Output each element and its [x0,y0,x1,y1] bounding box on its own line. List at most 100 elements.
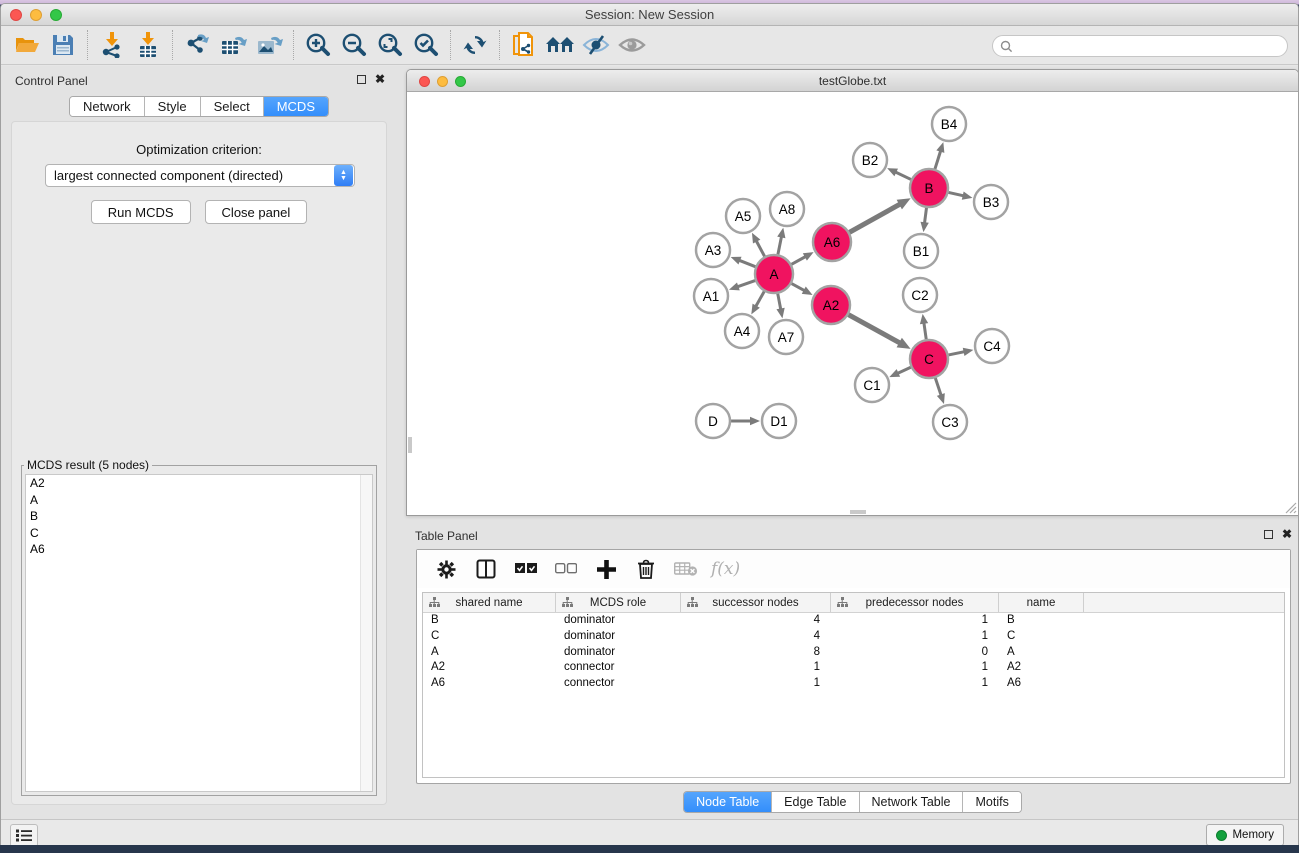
result-item-B[interactable]: B [26,508,372,525]
zoom-fit-button[interactable] [372,29,408,61]
graph-edge-C-C2[interactable] [924,322,926,339]
save-session-button[interactable] [45,29,81,61]
graph-node-A5[interactable]: A5 [726,199,760,233]
column-header-name[interactable]: name [999,593,1084,612]
tab-node-table[interactable]: Node Table [684,792,772,812]
graph-node-B2[interactable]: B2 [853,143,887,177]
resize-grip-icon[interactable] [1283,500,1297,514]
graph-node-A3[interactable]: A3 [696,233,730,267]
graph-edge-B-B1[interactable] [924,208,926,224]
table-row[interactable]: A6connector11A6 [423,676,1284,692]
export-image-button[interactable] [251,29,287,61]
table-settings-button[interactable] [431,554,461,584]
graph-edge-C-C4[interactable] [949,352,965,355]
graph-edge-A-A5[interactable] [756,240,765,256]
table-row[interactable]: Cdominator41C [423,629,1284,645]
graph-node-B3[interactable]: B3 [974,185,1008,219]
search-input[interactable] [1013,37,1287,55]
column-header-successor-nodes[interactable]: successor nodes [681,593,831,612]
canvas-vscroll-mark[interactable] [408,437,412,453]
float-panel-icon[interactable] [357,75,366,84]
canvas-hscroll-mark[interactable] [850,510,866,514]
select-all-columns-button[interactable] [511,554,541,584]
import-network-button[interactable] [94,29,130,61]
mcds-result-list[interactable]: A2ABCA6 [25,474,373,792]
graph-edge-A2-C[interactable] [849,315,901,344]
graph-edge-A-A7[interactable] [778,294,781,310]
table-row[interactable]: Adominator80A [423,645,1284,661]
column-header-shared-name[interactable]: shared name [423,593,556,612]
duplicate-network-button[interactable] [506,29,542,61]
column-manager-button[interactable] [471,554,501,584]
graph-node-A6[interactable]: A6 [813,223,851,261]
graph-node-B1[interactable]: B1 [904,234,938,268]
graph-edge-A-A8[interactable] [778,236,782,254]
tab-mcds[interactable]: MCDS [264,97,328,116]
column-header-predecessor-nodes[interactable]: predecessor nodes [831,593,999,612]
graph-node-C1[interactable]: C1 [855,368,889,402]
export-network-button[interactable] [179,29,215,61]
import-table-button[interactable] [130,29,166,61]
list-scrollbar[interactable] [360,475,372,791]
graph-node-A1[interactable]: A1 [694,279,728,313]
criterion-dropdown[interactable]: largest connected component (directed) ▲… [45,164,355,187]
column-header-MCDS-role[interactable]: MCDS role [556,593,681,612]
graph-node-A2[interactable]: A2 [812,286,850,324]
close-table-panel-icon[interactable]: ✖ [1282,529,1292,539]
tab-network-table[interactable]: Network Table [860,792,964,812]
run-mcds-button[interactable]: Run MCDS [91,200,191,224]
graph-node-A8[interactable]: A8 [770,192,804,226]
graph-node-A4[interactable]: A4 [725,314,759,348]
graph-node-B[interactable]: B [910,169,948,207]
graph-node-B4[interactable]: B4 [932,107,966,141]
hide-selected-button[interactable] [578,29,614,61]
graph-edge-C-C1[interactable] [897,367,911,373]
close-panel-button[interactable]: Close panel [205,200,308,224]
graph-edge-C-C3[interactable] [935,378,941,396]
table-row[interactable]: A2connector11A2 [423,660,1284,676]
result-item-C[interactable]: C [26,525,372,542]
tab-select[interactable]: Select [201,97,264,116]
graph-node-C[interactable]: C [910,340,948,378]
graph-node-A7[interactable]: A7 [769,320,803,354]
zoom-in-button[interactable] [300,29,336,61]
tab-edge-table[interactable]: Edge Table [772,792,859,812]
graph-node-D[interactable]: D [696,404,730,438]
graph-edge-B-B4[interactable] [935,150,941,169]
graph-node-C3[interactable]: C3 [933,405,967,439]
zoom-out-button[interactable] [336,29,372,61]
graph-edge-A-A6[interactable] [792,256,807,264]
refresh-button[interactable] [457,29,493,61]
float-table-panel-icon[interactable] [1264,530,1273,539]
graph-edge-B-B3[interactable] [949,192,965,196]
add-column-button[interactable] [591,554,621,584]
network-window-titlebar[interactable]: testGlobe.txt [407,70,1298,92]
graph-node-A[interactable]: A [755,255,793,293]
memory-button[interactable]: Memory [1206,824,1284,845]
show-all-button[interactable] [614,29,650,61]
graph-node-C4[interactable]: C4 [975,329,1009,363]
tab-motifs[interactable]: Motifs [963,792,1020,812]
graph-edge-A6-B[interactable] [849,204,900,232]
open-session-button[interactable] [9,29,45,61]
result-item-A2[interactable]: A2 [26,475,372,492]
zoom-selected-button[interactable] [408,29,444,61]
graph-edge-A-A3[interactable] [739,260,756,267]
tab-style[interactable]: Style [145,97,201,116]
export-table-button[interactable] [215,29,251,61]
deselect-all-columns-button[interactable] [551,554,581,584]
graph-node-D1[interactable]: D1 [762,404,796,438]
neighborhood-button[interactable] [542,29,578,61]
table-row[interactable]: Bdominator41B [423,613,1284,629]
result-item-A[interactable]: A [26,492,372,509]
graph-edge-B-B2[interactable] [895,172,911,180]
task-history-button[interactable] [10,824,38,845]
graph-node-C2[interactable]: C2 [903,278,937,312]
tab-network[interactable]: Network [70,97,145,116]
graph-edge-A-A2[interactable] [792,284,806,291]
result-item-A6[interactable]: A6 [26,541,372,558]
network-canvas[interactable]: B4 B2 B B3 A5 A8 A3 A6 B1 A A1 C2 A2 A4 A7 C C4 C1 C3 D D1 [407,92,1298,515]
graph-edge-A-A4[interactable] [755,291,764,307]
graph-edge-A-A1[interactable] [737,281,755,287]
close-panel-icon[interactable]: ✖ [375,74,385,84]
